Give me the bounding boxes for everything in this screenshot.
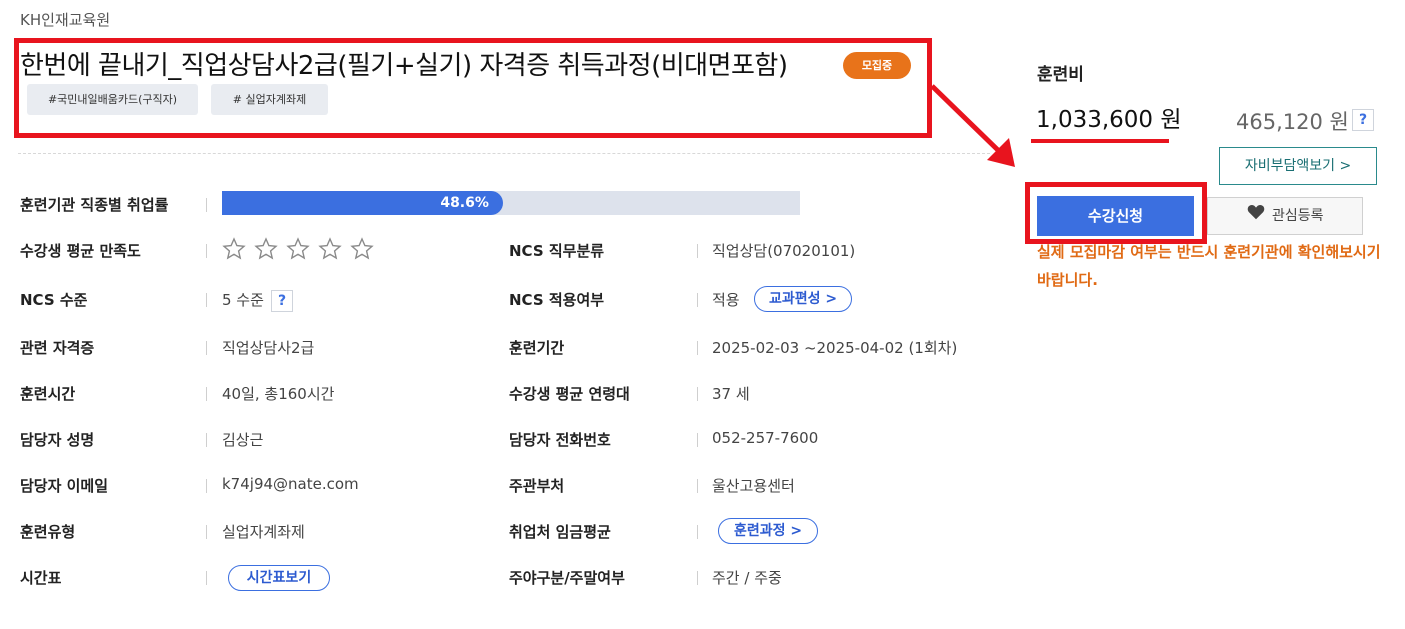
separator — [206, 341, 207, 355]
separator — [206, 387, 207, 401]
employment-rate-fill: 48.6% — [222, 191, 503, 215]
ncs-apply-label: NCS 적용여부 — [509, 291, 605, 309]
department-value: 울산고용센터 — [712, 477, 795, 495]
ncs-level-value: 5 수준 — [222, 291, 264, 309]
certificate-label: 관련 자격증 — [20, 339, 95, 357]
separator — [697, 479, 698, 493]
wishlist-button[interactable]: 관심등록 — [1207, 197, 1363, 235]
manager-name-label: 담당자 성명 — [20, 431, 95, 449]
separator — [697, 433, 698, 447]
divider — [18, 153, 990, 154]
star-icon — [222, 237, 246, 260]
department-label: 주관부처 — [509, 477, 565, 495]
manager-name-value: 김상근 — [222, 431, 264, 449]
average-age-value: 37 세 — [712, 385, 750, 403]
satisfaction-label: 수강생 평균 만족도 — [20, 242, 141, 260]
day-night-value: 주간 / 주중 — [712, 569, 782, 587]
employment-rate-label: 훈련기관 직종별 취업률 — [20, 196, 169, 214]
satisfaction-stars — [222, 237, 374, 263]
star-icon — [254, 237, 278, 260]
wishlist-label: 관심등록 — [1271, 208, 1324, 224]
separator — [697, 293, 698, 307]
self-pay-amount: 465,120 원 — [1236, 110, 1349, 134]
training-period-value: 2025-02-03 ~2025-04-02 (1회차) — [712, 339, 958, 357]
average-wage-label: 취업처 임금평균 — [509, 523, 611, 541]
training-course-button[interactable]: 훈련과정 > — [718, 518, 818, 544]
training-period-label: 훈련기간 — [509, 339, 565, 357]
heart-icon — [1247, 198, 1265, 234]
fee-label: 훈련비 — [1037, 65, 1084, 85]
separator — [697, 244, 698, 258]
separator — [206, 433, 207, 447]
ncs-level-label: NCS 수준 — [20, 291, 88, 309]
training-hours-label: 훈련시간 — [20, 385, 76, 403]
curriculum-button[interactable]: 교과편성 > — [754, 286, 852, 312]
training-hours-value: 40일, 총160시간 — [222, 385, 335, 403]
separator — [697, 571, 698, 585]
recruitment-notice: 실제 모집마감 여부는 반드시 훈련기관에 확인해보시기 바랍니다. — [1037, 243, 1381, 289]
institution-name: KH인재교육원 — [20, 11, 111, 29]
average-age-label: 수강생 평균 연령대 — [509, 385, 630, 403]
fee-amount: 1,033,600 원 — [1036, 107, 1182, 133]
separator — [697, 341, 698, 355]
ncs-job-value: 직업상담(07020101) — [712, 242, 856, 260]
separator — [206, 479, 207, 493]
apply-highlight-box — [1025, 182, 1207, 244]
certificate-value: 직업상담사2급 — [222, 339, 315, 357]
day-night-label: 주야구분/주말여부 — [509, 569, 625, 587]
ncs-level-help-icon[interactable]: ? — [271, 290, 293, 312]
separator — [206, 293, 207, 307]
training-type-label: 훈련유형 — [20, 523, 76, 541]
recruiting-badge: 모집중 — [843, 52, 911, 79]
course-title: 한번에 끝내기_직업상담사2급(필기+실기) 자격증 취득과정(비대면포함) — [20, 51, 788, 81]
training-type-value: 실업자계좌제 — [222, 523, 305, 541]
timetable-button[interactable]: 시간표보기 — [228, 565, 330, 591]
manager-email-value: k74j94@nate.com — [222, 475, 359, 493]
tag-card[interactable]: #국민내일배움카드(구직자) — [27, 84, 198, 115]
star-icon — [318, 237, 342, 260]
employment-rate-text: 48.6% — [440, 195, 489, 211]
manager-email-label: 담당자 이메일 — [20, 477, 109, 495]
separator — [697, 525, 698, 539]
separator — [206, 571, 207, 585]
self-pay-help-icon[interactable]: ? — [1352, 109, 1374, 131]
manager-phone-value: 052-257-7600 — [712, 429, 819, 447]
manager-phone-label: 담당자 전화번호 — [509, 431, 611, 449]
separator — [206, 525, 207, 539]
separator — [206, 244, 207, 258]
ncs-job-label: NCS 직무분류 — [509, 242, 605, 260]
timetable-label: 시간표 — [20, 569, 62, 587]
star-icon — [286, 237, 310, 260]
star-icon — [350, 237, 374, 260]
self-pay-view-button[interactable]: 자비부담액보기 > — [1219, 147, 1377, 185]
tag-account[interactable]: # 실업자계좌제 — [211, 84, 328, 115]
fee-highlight-underline — [1031, 139, 1169, 143]
ncs-apply-value: 적용 — [712, 291, 740, 309]
separator — [697, 387, 698, 401]
employment-rate-bar: 48.6% — [222, 191, 800, 215]
separator — [206, 198, 207, 212]
